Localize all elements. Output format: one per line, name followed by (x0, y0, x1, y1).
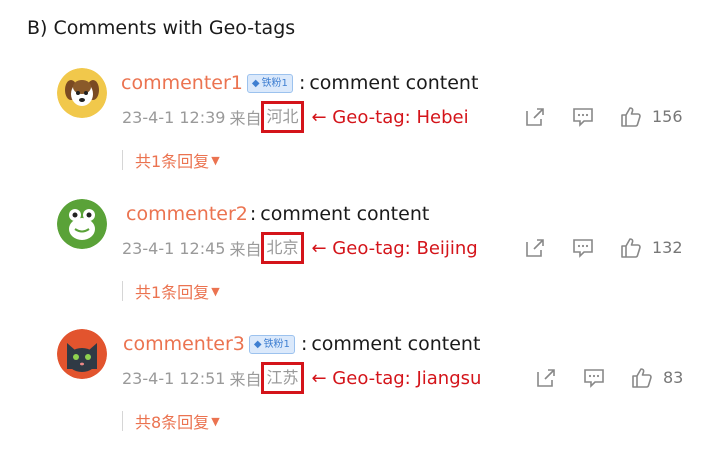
geo-tag: 江苏 (261, 362, 304, 394)
fan-badge: ◆ 铁粉1 (248, 334, 295, 354)
divider (122, 281, 123, 301)
diamond-icon: ◆ (253, 338, 262, 350)
timestamp: 23-4-1 12:45 (122, 238, 226, 258)
comment-text: comment content (309, 72, 479, 94)
geo-annotation: ← Geo-tag: Beijing (311, 237, 478, 259)
separator: : (300, 333, 308, 355)
like-count: 83 (663, 368, 684, 387)
avatar[interactable] (57, 199, 107, 249)
divider (122, 411, 123, 431)
chevron-down-icon[interactable]: ▼ (211, 285, 219, 298)
from-label: 来自 (229, 370, 262, 389)
comment-item: commenter2 : comment content 23-4-1 12:4… (0, 199, 702, 329)
comment-icon[interactable] (572, 237, 594, 259)
cat-avatar-icon (57, 329, 107, 379)
frog-avatar-icon (57, 199, 107, 249)
comment-icon[interactable] (572, 106, 594, 128)
fan-badge: ◆ 铁粉1 (246, 73, 293, 93)
geo-annotation: ← Geo-tag: Jiangsu (311, 367, 482, 389)
like-icon[interactable] (620, 237, 642, 259)
comment-item: commenter3 ◆ 铁粉1 : comment content 23-4-1… (0, 329, 702, 459)
dog-avatar-icon (57, 68, 107, 118)
reply-count-link[interactable]: 共1条回复 (135, 148, 209, 172)
geo-tag: 北京 (261, 232, 304, 264)
reply-count-link[interactable]: 共1条回复 (135, 279, 209, 303)
badge-label: 铁粉1 (261, 77, 288, 89)
from-label: 来自 (229, 109, 262, 128)
username[interactable]: commenter1 (121, 72, 243, 94)
section-title: B) Comments with Geo-tags (27, 17, 296, 39)
like-count: 132 (652, 238, 683, 257)
separator: : (249, 203, 257, 225)
geo-tag: 河北 (261, 101, 304, 133)
share-icon[interactable] (535, 367, 557, 389)
geo-annotation: ← Geo-tag: Hebei (311, 106, 469, 128)
reply-count-link[interactable]: 共8条回复 (135, 409, 209, 433)
comment-item: commenter1 ◆ 铁粉1 : comment content 23-4-1… (0, 68, 702, 198)
comment-text: comment content (311, 333, 481, 355)
badge-label: 铁粉1 (263, 338, 290, 350)
like-count: 156 (652, 107, 683, 126)
timestamp: 23-4-1 12:51 (122, 368, 226, 388)
separator: : (298, 72, 306, 94)
username[interactable]: commenter2 (126, 203, 248, 225)
timestamp: 23-4-1 12:39 (122, 107, 226, 127)
comment-text: comment content (260, 203, 430, 225)
divider (122, 150, 123, 170)
from-label: 来自 (229, 240, 262, 259)
like-icon[interactable] (631, 367, 653, 389)
avatar[interactable] (57, 329, 107, 379)
comment-icon[interactable] (583, 367, 605, 389)
diamond-icon: ◆ (251, 77, 260, 89)
like-icon[interactable] (620, 106, 642, 128)
share-icon[interactable] (524, 237, 546, 259)
chevron-down-icon[interactable]: ▼ (211, 154, 219, 167)
username[interactable]: commenter3 (123, 333, 245, 355)
chevron-down-icon[interactable]: ▼ (211, 415, 219, 428)
avatar[interactable] (57, 68, 107, 118)
share-icon[interactable] (524, 106, 546, 128)
